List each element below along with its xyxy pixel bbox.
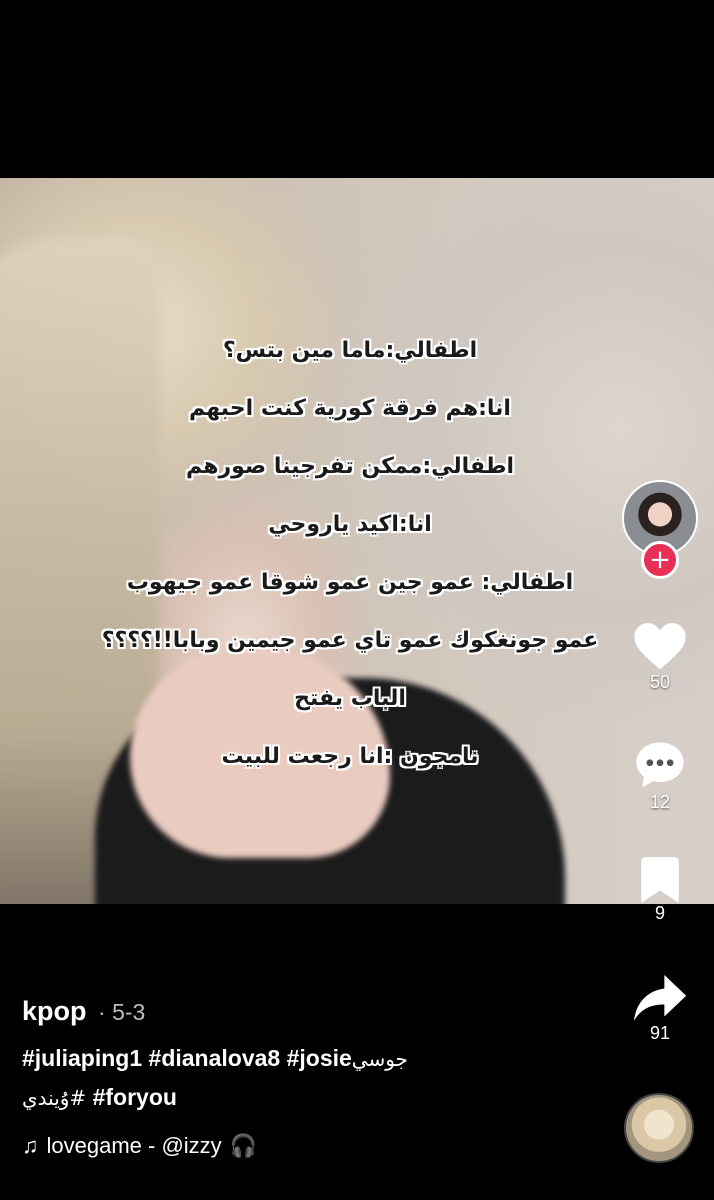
hashtag-arabic[interactable]: جوسي — [352, 1047, 408, 1071]
save-count: 9 — [654, 903, 665, 923]
overlay-line: نامجون :انا رجعت للبيت — [221, 744, 479, 769]
overlay-line: اطفالي:ماما مين بتس؟ — [222, 338, 478, 363]
like-button[interactable]: 50 — [620, 620, 700, 693]
bookmark-icon — [620, 857, 700, 903]
post-date: · 5-3 — [98, 999, 146, 1025]
save-button[interactable]: 9 — [620, 857, 700, 924]
overlay-line: اطفالي: عمو جين عمو شوقا عمو جيهوب — [126, 570, 574, 595]
music-note-icon: ♫ — [22, 1133, 39, 1158]
music-info[interactable]: ♫ lovegame - @izzy 🎧 — [22, 1133, 257, 1159]
follow-button[interactable]: + — [641, 541, 679, 579]
share-count: 91 — [649, 1023, 671, 1043]
overlay-line: انا:هم فرقة كورية كنت احبهم — [189, 396, 511, 421]
heart-icon — [620, 620, 700, 672]
overlay-line: عمو جونغكوك عمو تاي عمو جيمين وبابا!!؟؟؟… — [101, 628, 599, 653]
sound-disc[interactable] — [624, 1093, 694, 1163]
share-button[interactable]: 91 — [620, 975, 700, 1044]
caption-hashtags-line2[interactable]: وُيندي# #foryou — [22, 1084, 177, 1111]
like-count: 50 — [649, 672, 671, 692]
comment-bubble-icon — [620, 738, 700, 792]
share-arrow-icon — [620, 975, 700, 1023]
hashtag-foryou[interactable]: #foryou — [86, 1084, 177, 1110]
overlay-line: انا:اكيد ياروحي — [268, 512, 432, 537]
comment-count: 12 — [649, 792, 671, 812]
hashtags[interactable]: #juliaping1 #dianalova8 #josie — [22, 1045, 352, 1071]
author-name[interactable]: kpop — [22, 996, 87, 1026]
overlay-line: الباب يفتح — [294, 686, 406, 711]
comment-button[interactable]: 12 — [620, 738, 700, 813]
hashtag-arabic[interactable]: وُيندي# — [22, 1086, 86, 1110]
video-text-overlay: اطفالي:ماما مين بتس؟ انا:هم فرقة كورية ك… — [60, 322, 640, 786]
headphones-icon: 🎧 — [229, 1133, 258, 1158]
caption-author[interactable]: kpop · 5-3 — [22, 996, 145, 1027]
overlay-line: اطفالي:ممكن تفرجينا صورهم — [185, 454, 515, 479]
caption-hashtags-line1[interactable]: #juliaping1 #dianalova8 #josieجوسي — [22, 1045, 408, 1072]
music-label[interactable]: lovegame - @izzy — [47, 1133, 222, 1159]
